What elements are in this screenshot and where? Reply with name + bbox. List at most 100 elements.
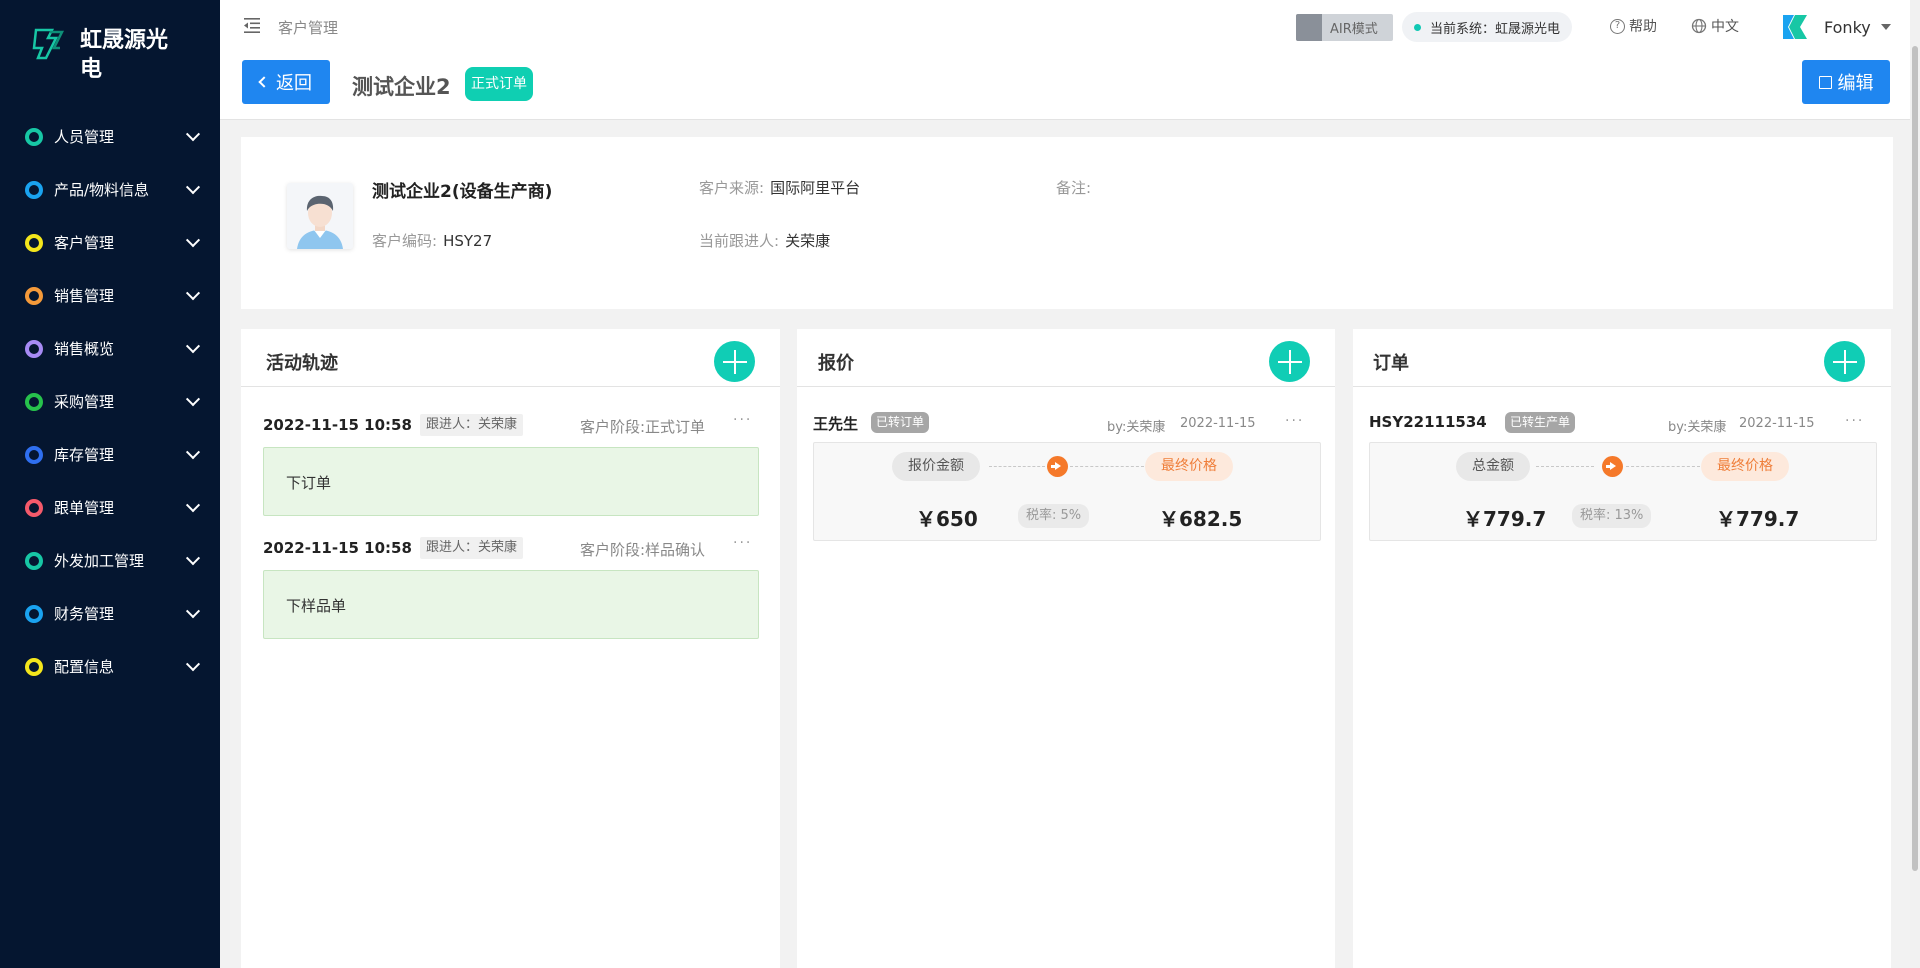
connector-line xyxy=(1626,466,1700,467)
sidebar-item-label: 采购管理 xyxy=(54,393,115,411)
page-title: 测试企业2 xyxy=(352,75,451,99)
customer-code-value: HSY27 xyxy=(443,232,493,250)
activity-stage: 客户阶段:样品确认 xyxy=(580,541,706,559)
order-panel-header: 订单 xyxy=(1353,329,1891,387)
sidebar-item[interactable]: 配置信息 xyxy=(0,640,220,693)
sidebar-item[interactable]: 财务管理 xyxy=(0,587,220,640)
customer-name: 测试企业2(设备生产商) xyxy=(372,182,553,202)
activity-time: 2022-11-15 10:58 xyxy=(263,416,412,434)
chevron-down-icon xyxy=(185,285,201,300)
language-label: 中文 xyxy=(1711,19,1739,35)
menu-circle-icon xyxy=(25,551,43,570)
order-panel: 订单 HSY22111534 已转生产单 by:关荣康 2022-11-15 ·… xyxy=(1353,329,1891,968)
username: Fonky xyxy=(1824,17,1871,37)
quote-date: 2022-11-15 xyxy=(1180,416,1256,431)
sidebar-item[interactable]: 销售概览 xyxy=(0,322,220,375)
menu-circle-icon xyxy=(25,392,43,411)
order-tax: 税率: 13% xyxy=(1572,504,1652,528)
sidebar-item-label: 配置信息 xyxy=(54,658,115,676)
back-button[interactable]: 返回 xyxy=(242,60,330,104)
avatar xyxy=(287,183,353,249)
add-order-button[interactable] xyxy=(1824,341,1865,382)
current-system-pill[interactable]: 当前系统：虹晟源光电 xyxy=(1402,12,1573,42)
chevron-down-icon xyxy=(185,232,201,247)
menu-circle-icon xyxy=(25,180,43,199)
remark-label: 备注: xyxy=(1056,179,1092,197)
quote-panel-header: 报价 xyxy=(797,329,1335,387)
sidebar-item[interactable]: 销售管理 xyxy=(0,269,220,322)
chevron-down-icon xyxy=(185,338,201,353)
quote-price-box: 报价金额 最终价格 ￥650 税率: 5% ￥682.5 xyxy=(813,442,1321,541)
sidebar-item[interactable]: 产品/物料信息 xyxy=(0,163,220,216)
order-item[interactable]: HSY22111534 已转生产单 by:关荣康 2022-11-15 ··· xyxy=(1369,411,1877,435)
brand-name: 虹晟源光电 xyxy=(80,28,169,82)
connector-line xyxy=(989,466,1045,467)
scrollbar-thumb[interactable] xyxy=(1912,46,1918,871)
user-avatar-icon xyxy=(287,183,353,249)
menu-circle-icon xyxy=(25,445,43,464)
customer-source-value: 国际阿里平台 xyxy=(770,179,861,197)
order-amount: ￥779.7 xyxy=(1463,507,1547,531)
sidebar-item[interactable]: 跟单管理 xyxy=(0,481,220,534)
toggle-knob xyxy=(1296,14,1322,41)
sidebar-item[interactable]: 采购管理 xyxy=(0,375,220,428)
more-icon[interactable]: ··· xyxy=(1845,413,1864,429)
more-icon[interactable]: ··· xyxy=(1285,413,1304,429)
chevron-down-icon xyxy=(185,391,201,406)
customer-code-field: 客户编码: HSY27 xyxy=(372,230,492,251)
menu-circle-icon xyxy=(25,286,43,305)
sidebar-item-label: 销售概览 xyxy=(54,340,115,358)
sidebar-item[interactable]: 人员管理 xyxy=(0,110,220,163)
sidebar-item-label: 销售管理 xyxy=(54,287,115,305)
question-icon: ? xyxy=(1610,18,1625,34)
language-switch[interactable]: 中文 xyxy=(1691,16,1739,36)
air-mode-label: AIR模式 xyxy=(1330,22,1378,37)
activity-panel: 活动轨迹 2022-11-15 10:58 跟进人：关荣康 客户阶段:正式订单 … xyxy=(241,329,780,968)
activity-follower-tag: 跟进人：关荣康 xyxy=(420,414,524,436)
order-price-box: 总金额 最终价格 ￥779.7 税率: 13% ￥779.7 xyxy=(1369,442,1877,541)
user-logo-icon xyxy=(1783,15,1807,39)
order-status-tag: 已转生产单 xyxy=(1505,412,1576,433)
sidebar-item-label: 跟单管理 xyxy=(54,499,115,517)
quote-tax: 税率: 5% xyxy=(1018,504,1090,528)
menu-collapse-icon[interactable] xyxy=(244,18,260,33)
arrow-right-icon xyxy=(1047,456,1068,477)
sidebar-item[interactable]: 库存管理 xyxy=(0,428,220,481)
sidebar-item[interactable]: 客户管理 xyxy=(0,216,220,269)
add-quote-button[interactable] xyxy=(1269,341,1310,382)
help-link[interactable]: ? 帮助 xyxy=(1610,16,1657,36)
current-system-label: 当前系统：虹晟源光电 xyxy=(1430,21,1561,37)
current-follower-field: 当前跟进人: 关荣康 xyxy=(699,230,830,251)
quote-final: ￥682.5 xyxy=(1159,507,1243,531)
page-scrollbar[interactable] xyxy=(1910,0,1920,968)
chevron-down-icon xyxy=(185,444,201,459)
help-label: 帮助 xyxy=(1629,19,1657,35)
quote-item[interactable]: 王先生 已转订单 by:关荣康 2022-11-15 ··· xyxy=(813,411,1321,435)
sidebar-menu: 人员管理产品/物料信息客户管理销售管理销售概览采购管理库存管理跟单管理外发加工管… xyxy=(0,110,220,693)
brand-logo-icon xyxy=(32,28,65,60)
chevron-down-icon xyxy=(185,497,201,512)
order-title: 订单 xyxy=(1373,353,1409,374)
quote-final-label: 最终价格 xyxy=(1145,452,1233,481)
activity-title: 活动轨迹 xyxy=(266,353,338,374)
quote-contact: 王先生 xyxy=(813,415,859,433)
remark-field: 备注: xyxy=(1056,177,1097,198)
menu-circle-icon xyxy=(25,498,43,517)
quote-by: by:关荣康 xyxy=(1107,420,1166,435)
sidebar-item-label: 产品/物料信息 xyxy=(54,181,150,199)
connector-line xyxy=(1070,466,1144,467)
chevron-down-icon xyxy=(185,603,201,618)
more-icon[interactable]: ··· xyxy=(733,412,752,428)
connector-line xyxy=(1536,466,1594,467)
edit-label: 编辑 xyxy=(1837,73,1874,94)
order-amount-label: 总金额 xyxy=(1456,452,1530,481)
add-activity-button[interactable] xyxy=(714,341,755,382)
user-menu[interactable]: Fonky xyxy=(1780,12,1891,42)
more-icon[interactable]: ··· xyxy=(733,535,752,551)
air-mode-toggle[interactable]: AIR模式 xyxy=(1296,14,1393,41)
activity-item: 2022-11-15 10:58 跟进人：关荣康 客户阶段:样品确认 ··· xyxy=(263,533,759,563)
order-by: by:关荣康 xyxy=(1668,420,1727,435)
edit-button[interactable]: 编辑 xyxy=(1802,60,1890,104)
sidebar-item[interactable]: 外发加工管理 xyxy=(0,534,220,587)
breadcrumb[interactable]: 客户管理 xyxy=(278,17,338,38)
